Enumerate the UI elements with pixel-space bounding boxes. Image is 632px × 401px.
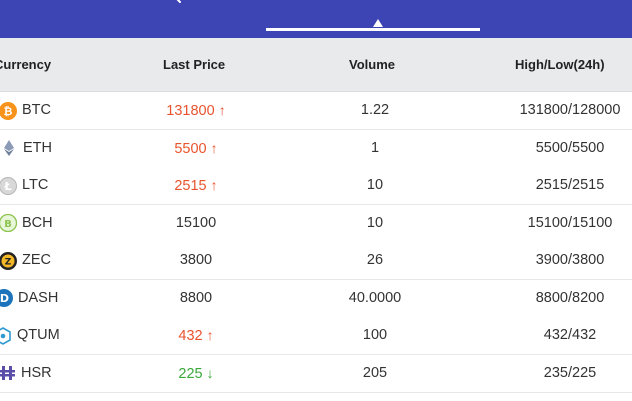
table-row[interactable]: Z ZEC 3800 26 3900/3800: [0, 242, 632, 280]
svg-text:B: B: [4, 219, 12, 230]
active-tab-indicator: [266, 28, 480, 31]
volume-value: 1: [370, 139, 380, 156]
currency-symbol: HSR: [21, 364, 52, 381]
bitcoin-icon: ₿: [0, 101, 17, 120]
currency-symbol: LTC: [22, 177, 49, 193]
high-low-value: 3900/3800: [535, 252, 605, 268]
arrow-up-icon: ↑: [218, 102, 226, 118]
currency-symbol: DASH: [18, 289, 59, 306]
dash-icon: D: [0, 289, 13, 307]
hshare-icon: [0, 366, 15, 380]
volume-value: 26: [366, 252, 384, 268]
last-price: 5500 ↑: [150, 130, 242, 167]
svg-text:₿: ₿: [4, 105, 13, 118]
volume-value: 1.22: [360, 102, 390, 118]
volume-value: 205: [362, 364, 388, 381]
back-arrow-icon[interactable]: [168, 0, 184, 10]
high-low-value: 8800/8200: [535, 289, 605, 306]
column-header-last-price: Last Price: [163, 57, 226, 72]
last-price: 3800: [179, 252, 213, 268]
svg-text:Ł: Ł: [3, 180, 11, 193]
top-nav-bar: [0, 0, 632, 38]
currency-symbol: BCH: [22, 214, 53, 231]
column-header-high-low: High/Low(24h): [515, 57, 605, 72]
table-row[interactable]: QTUM 432 ↑ 100 432/432: [0, 317, 632, 355]
table-row[interactable]: ETH 5500 ↑ 1 5500/5500: [0, 129, 632, 168]
currency-symbol: ZEC: [22, 252, 51, 268]
bitcoin-cash-icon: B: [0, 214, 17, 232]
zcash-icon: Z: [0, 251, 17, 270]
table-row[interactable]: HSR 225 ↓ 205 235/225: [0, 354, 632, 393]
arrow-up-icon: ↑: [206, 327, 214, 343]
litecoin-icon: Ł: [0, 176, 17, 195]
svg-text:D: D: [0, 292, 9, 305]
qtum-icon: [0, 326, 11, 345]
ethereum-icon: [4, 140, 14, 156]
volume-value: 100: [362, 327, 388, 343]
volume-value: 10: [366, 177, 384, 193]
high-low-value: 15100/15100: [527, 214, 613, 231]
high-low-value: 131800/128000: [519, 102, 621, 118]
last-price: 225 ↓: [150, 355, 242, 392]
high-low-value: 432/432: [543, 327, 597, 343]
column-header-volume: Volume: [349, 57, 395, 72]
last-price: 131800 ↑: [150, 92, 242, 129]
table-row[interactable]: B BCH 15100 10 15100/15100: [0, 204, 632, 243]
table-row[interactable]: ₿ BTC 131800 ↑ 1.22 131800/128000: [0, 92, 632, 130]
table-row[interactable]: Ł LTC 2515 ↑ 10 2515/2515: [0, 167, 632, 205]
arrow-up-icon: ↑: [210, 139, 218, 156]
svg-text:Z: Z: [5, 257, 12, 267]
last-price: 15100: [175, 214, 217, 231]
currency-symbol: BTC: [22, 102, 51, 118]
arrow-down-icon: ↓: [206, 364, 214, 381]
volume-value: 10: [366, 214, 384, 231]
high-low-value: 2515/2515: [535, 177, 605, 193]
column-header-currency: Currency: [0, 57, 52, 72]
arrow-up-icon: ↑: [210, 177, 218, 193]
high-low-value: 235/225: [543, 364, 597, 381]
last-price: 2515 ↑: [150, 167, 242, 204]
active-tab-caret-icon: [373, 19, 383, 27]
last-price: 432 ↑: [150, 317, 242, 354]
high-low-value: 5500/5500: [535, 139, 605, 156]
currency-symbol: ETH: [23, 139, 52, 156]
table-header: Currency Last Price Volume High/Low(24h): [0, 38, 632, 92]
table-row[interactable]: D DASH 8800 40.0000 8800/8200: [0, 279, 632, 318]
volume-value: 40.0000: [348, 289, 402, 306]
last-price: 8800: [179, 289, 213, 306]
currency-symbol: QTUM: [17, 327, 60, 343]
